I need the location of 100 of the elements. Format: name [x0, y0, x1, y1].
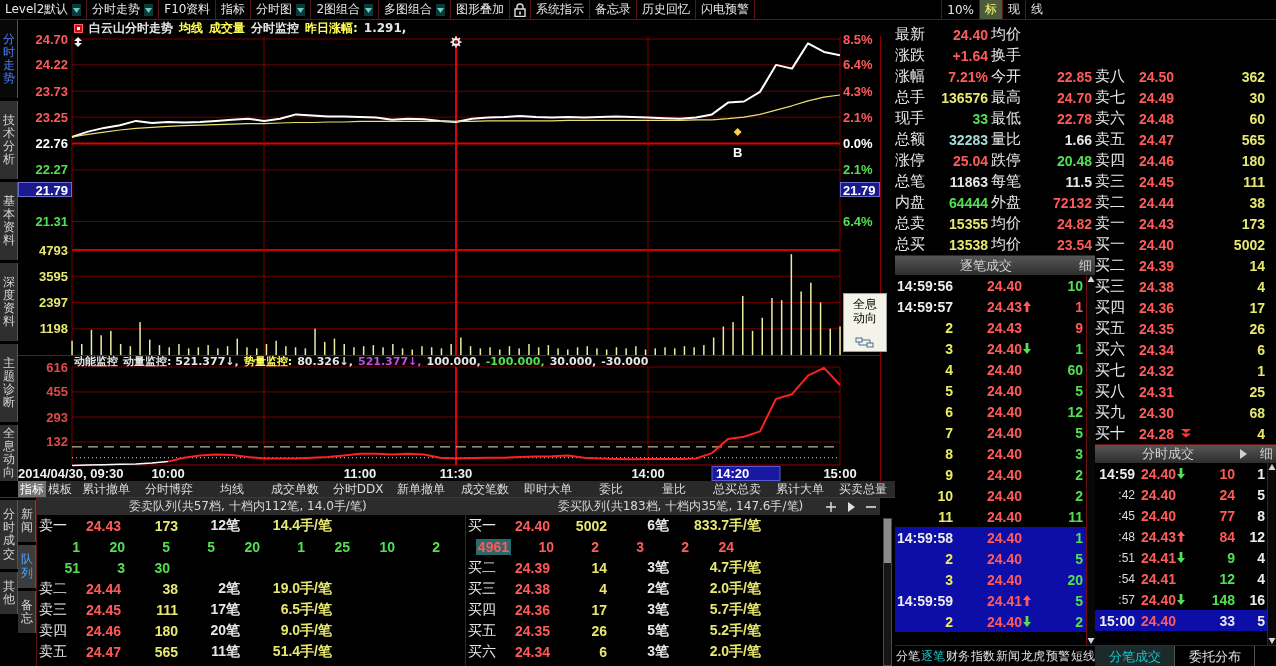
trade-time: 14:59:57 [895, 298, 953, 315]
quote-label: 每笔 [991, 172, 1022, 191]
time-axis-label: 11:00 [343, 466, 377, 481]
trade-price: 24.40 [987, 529, 1023, 546]
legend-item: 1.291, [363, 21, 407, 35]
book-volume: 68 [1248, 404, 1265, 421]
trade-volume: 12 [1066, 403, 1083, 420]
trade-count: 8 [1256, 507, 1265, 524]
book-price: 24.50 [1139, 68, 1176, 85]
book-label: 买四 [1095, 298, 1126, 317]
monitor-reading: -30.000 [601, 355, 649, 368]
trade-time: 2 [944, 550, 953, 567]
book-label: 卖六 [1095, 109, 1126, 128]
trade-time: :57 [1117, 592, 1135, 607]
percent-axis-label: 8.5% [843, 31, 873, 47]
trade-time: 2 [944, 319, 953, 336]
indicator-axis-label: 132 [46, 434, 68, 450]
trade-volume: 60 [1066, 361, 1083, 378]
book-label: 买二 [1095, 256, 1126, 275]
legend-item: 成交量 [209, 19, 245, 37]
book-label: 买十 [1095, 424, 1126, 443]
average-cell-text: 5.2手/笔 [708, 621, 761, 640]
price-cell-text: 24.46 [84, 622, 121, 639]
level-label: 买六 [468, 642, 497, 661]
monitor-reading: 100.000, [426, 355, 481, 368]
book-price: 24.31 [1139, 383, 1176, 400]
percent-axis-label: 2.1% [843, 109, 873, 125]
trade-price: 24.40 [1141, 612, 1177, 629]
level-label: 买三 [468, 579, 497, 598]
quote-value: 24.70 [1055, 89, 1093, 106]
quote-label: 现手 [895, 109, 926, 128]
volume-cell-text: 6 [598, 643, 607, 660]
price-readout: 21.79 [18, 182, 72, 198]
trade-volume: 10 [1066, 277, 1083, 294]
quote-label: 今开 [991, 67, 1022, 86]
trade-volume: 5 [1074, 424, 1083, 441]
indicator-axis-label: 455 [46, 384, 68, 400]
book-volume: 38 [1248, 194, 1265, 211]
trade-volume: 1 [1074, 340, 1083, 357]
monitor-reading: 521.377↓, [358, 355, 422, 368]
trade-price: 24.40 [1141, 507, 1177, 524]
trade-time: :45 [1117, 508, 1135, 523]
quote-label: 跌停 [991, 151, 1022, 170]
book-label: 卖三 [1095, 172, 1126, 191]
quote-value: 23.54 [1055, 236, 1093, 253]
trade-volume: 5 [1074, 550, 1083, 567]
queue-order: 10 [378, 538, 396, 555]
queue-order: 2 [431, 538, 441, 555]
panel-title: 逐笔成交 [958, 256, 1013, 275]
book-label: 买五 [1095, 319, 1126, 338]
monitor-reading: -100.000, [485, 355, 545, 368]
volume-axis-label: 3595 [39, 268, 68, 284]
book-volume: 30 [1248, 89, 1265, 106]
trade-time: 5 [944, 382, 953, 399]
trade-price: 24.40 [987, 361, 1023, 378]
average-cell-text: 5.7手/笔 [708, 600, 761, 619]
book-volume: 5002 [1232, 236, 1265, 253]
quote-label: 总额 [895, 130, 926, 149]
time-readout: 14:20 [711, 466, 781, 481]
trade-volume: 5 [1074, 592, 1083, 609]
trade-time: 2 [944, 613, 953, 630]
average-cell-text: 833.7手/笔 [693, 516, 761, 535]
average-cell-text: 2.0手/笔 [708, 642, 761, 661]
trade-price: 24.40 [987, 277, 1023, 294]
indicator-axis-label: 616 [46, 359, 68, 375]
book-price: 24.32 [1139, 362, 1176, 379]
trade-time: 6 [944, 403, 953, 420]
trade-time: 15:00 [1098, 612, 1135, 629]
price-cell-text: 24.43 [84, 517, 121, 534]
orders-cell-text: 2笔 [217, 579, 240, 598]
quote-label: 涨停 [895, 151, 926, 170]
queue-order: 20 [108, 538, 126, 555]
book-price: 24.48 [1139, 110, 1176, 127]
book-label: 买六 [1095, 340, 1126, 359]
monitor-reading: 30.000, [549, 355, 597, 368]
quote-label: 内盘 [895, 193, 926, 212]
legend-item: 昨日涨幅: [305, 19, 358, 37]
trade-price: 24.40 [987, 466, 1023, 483]
trade-price: 24.40 [987, 550, 1023, 567]
quote-label: 涨幅 [895, 67, 926, 86]
trade-price: 24.40 [987, 403, 1023, 420]
quote-value: 20.48 [1055, 152, 1093, 169]
trade-count: 5 [1256, 486, 1265, 503]
trade-price: 24.41 [1141, 570, 1177, 587]
trade-time: 3 [944, 571, 953, 588]
average-cell-text: 51.4手/笔 [271, 642, 332, 661]
quote-value: +1.64 [951, 47, 989, 64]
trade-volume: 148 [1210, 591, 1235, 608]
average-cell-text: 19.0手/笔 [271, 579, 332, 598]
trade-price: 24.40 [1141, 591, 1177, 608]
quote-value: 22.85 [1055, 68, 1093, 85]
percent-axis-label: 2.1% [843, 162, 873, 178]
panel-title: 分时成交 [1140, 445, 1195, 463]
percent-axis-label: 6.4% [843, 57, 873, 73]
orders-cell-text: 3笔 [646, 600, 669, 619]
trade-volume: 11 [1067, 508, 1083, 525]
volume-cell-text: 5002 [574, 517, 607, 534]
legend-item: 分时监控 [251, 19, 299, 37]
trade-time: :54 [1117, 571, 1135, 586]
trade-price: 24.40 [987, 508, 1023, 525]
